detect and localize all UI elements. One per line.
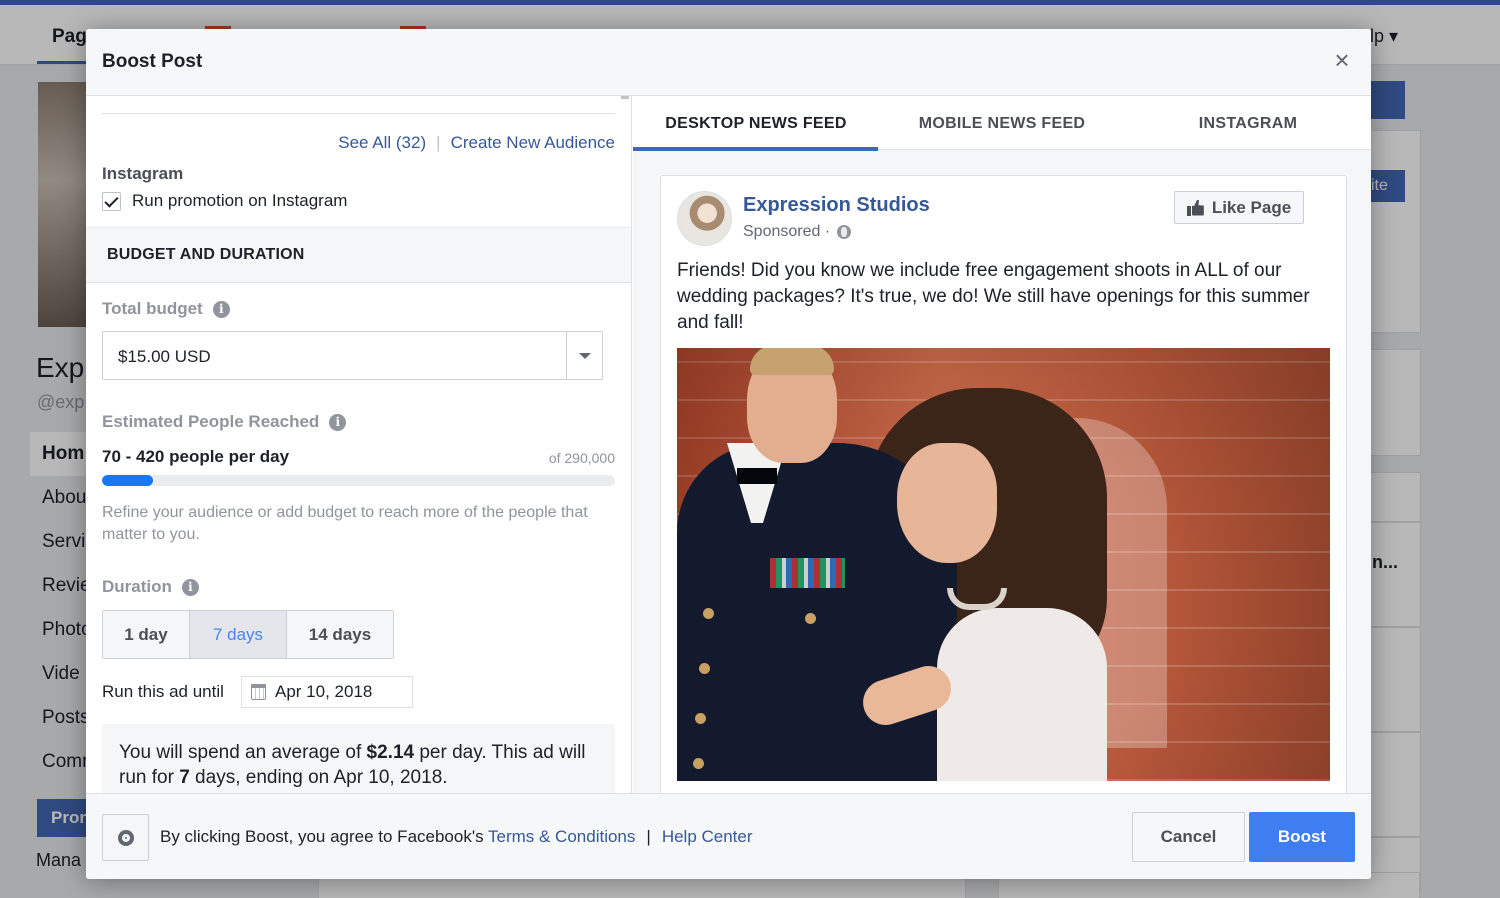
post-text: Friends! Did you know we include free en…	[677, 260, 1310, 333]
duration-text: Duration	[102, 577, 172, 596]
duration-days: 7	[179, 767, 190, 788]
agreement-prefix: By clicking Boost, you agree to Facebook…	[160, 827, 488, 846]
dialog-title: Boost Post	[102, 51, 203, 72]
thumbs-up-icon	[1186, 200, 1205, 216]
estimated-reach-bar	[102, 475, 615, 486]
bride-face	[897, 443, 997, 563]
post-page-name[interactable]: Expression Studios	[743, 194, 930, 217]
bride-dress	[937, 608, 1107, 781]
sponsored-text: Sponsored ·	[743, 223, 831, 240]
instagram-checkbox[interactable]	[102, 191, 121, 211]
instagram-option[interactable]: Run promotion on Instagram	[102, 190, 347, 212]
dialog-footer: By clicking Boost, you agree to Facebook…	[86, 793, 1371, 879]
info-icon[interactable]: i	[181, 578, 199, 596]
preview-tabs: DESKTOP NEWS FEED MOBILE NEWS FEED INSTA…	[633, 96, 1371, 151]
separator: |	[436, 133, 441, 152]
daily-spend-amount: $2.14	[366, 742, 415, 763]
sponsored-label: Sponsored ·	[743, 223, 852, 241]
tab-desktop-news-feed[interactable]: DESKTOP NEWS FEED	[633, 96, 879, 151]
uniform-button	[805, 613, 816, 624]
tab-mobile-news-feed[interactable]: MOBILE NEWS FEED	[879, 96, 1125, 150]
create-new-audience-link[interactable]: Create New Audience	[451, 133, 615, 152]
instagram-heading: Instagram	[102, 164, 184, 183]
scrollbar[interactable]	[621, 96, 629, 99]
duration-7-days-button[interactable]: 7 days	[190, 611, 287, 658]
post-preview-card: Expression Studios Sponsored · Like Page…	[660, 175, 1347, 793]
duration-label: Duration i	[102, 577, 199, 597]
total-budget-label: Total budget i	[102, 299, 230, 319]
chevron-down-icon[interactable]	[566, 332, 602, 379]
budget-duration-section: BUDGET AND DURATION	[86, 227, 631, 283]
total-budget-value[interactable]: $15.00 USD	[118, 347, 211, 367]
agreement-text: By clicking Boost, you agree to Facebook…	[160, 827, 753, 847]
divider	[102, 113, 615, 114]
uniform-button	[703, 608, 714, 619]
uniform-button	[695, 713, 706, 724]
boost-button[interactable]: Boost	[1249, 812, 1355, 862]
end-date-value[interactable]: Apr 10, 2018	[275, 682, 372, 702]
post-photo[interactable]	[677, 348, 1330, 781]
settings-button[interactable]	[102, 814, 149, 861]
preview-panel: DESKTOP NEWS FEED MOBILE NEWS FEED INSTA…	[633, 96, 1371, 793]
medal-ribbons	[770, 558, 845, 588]
section-title: BUDGET AND DURATION	[107, 246, 305, 263]
page-avatar[interactable]	[677, 191, 732, 246]
groom-bow-tie	[737, 468, 777, 484]
globe-icon	[837, 225, 852, 239]
estimated-reach-text: Estimated People Reached	[102, 412, 320, 431]
run-until-label: Run this ad until	[102, 682, 224, 701]
groom-hair	[750, 348, 834, 375]
dialog-header: Boost Post ×	[86, 29, 1371, 96]
uniform-button	[699, 663, 710, 674]
gear-icon	[117, 829, 134, 846]
like-page-label: Like Page	[1211, 197, 1292, 217]
see-all-audiences-link[interactable]: See All (32)	[338, 133, 426, 152]
duration-1-day-button[interactable]: 1 day	[103, 611, 190, 658]
spend-text: days, ending on Apr 10, 2018.	[189, 767, 448, 788]
tab-instagram[interactable]: INSTAGRAM	[1125, 96, 1371, 150]
settings-panel[interactable]: See All (32) | Create New Audience Instagr…	[86, 96, 632, 793]
cancel-button[interactable]: Cancel	[1132, 812, 1245, 862]
close-icon[interactable]: ×	[1327, 45, 1357, 75]
total-budget-text: Total budget	[102, 299, 203, 318]
estimated-reach-total: of 290,000	[548, 450, 615, 466]
like-page-button[interactable]: Like Page	[1174, 191, 1304, 224]
end-date-input[interactable]: Apr 10, 2018	[241, 676, 413, 708]
boost-post-dialog: Boost Post × See All (32) | Create New Aud…	[86, 29, 1371, 879]
audience-links: See All (32) | Create New Audience	[86, 133, 615, 153]
calendar-icon[interactable]	[251, 684, 266, 700]
duration-selector: 1 day 7 days 14 days	[102, 610, 394, 659]
estimated-reach-label: Estimated People Reached i	[102, 412, 347, 432]
estimated-reach-value: 70 - 420 people per day	[102, 447, 290, 466]
help-center-link[interactable]: Help Center	[662, 827, 753, 846]
uniform-button	[693, 758, 704, 769]
duration-14-days-button[interactable]: 14 days	[287, 611, 393, 658]
terms-conditions-link[interactable]: Terms & Conditions	[488, 827, 635, 846]
spend-summary: You will spend an average of $2.14 per d…	[102, 724, 615, 793]
spend-text: You will spend an average of	[119, 742, 367, 763]
info-icon[interactable]: i	[212, 300, 230, 318]
refine-hint: Refine your audience or add budget to re…	[102, 504, 588, 543]
estimated-reach-row: 70 - 420 people per day of 290,000	[102, 447, 615, 469]
instagram-checkbox-label[interactable]: Run promotion on Instagram	[132, 191, 347, 211]
total-budget-select[interactable]: $15.00 USD	[102, 331, 603, 380]
info-icon[interactable]: i	[329, 413, 347, 431]
estimated-reach-fill	[102, 475, 154, 486]
separator: |	[646, 827, 651, 846]
